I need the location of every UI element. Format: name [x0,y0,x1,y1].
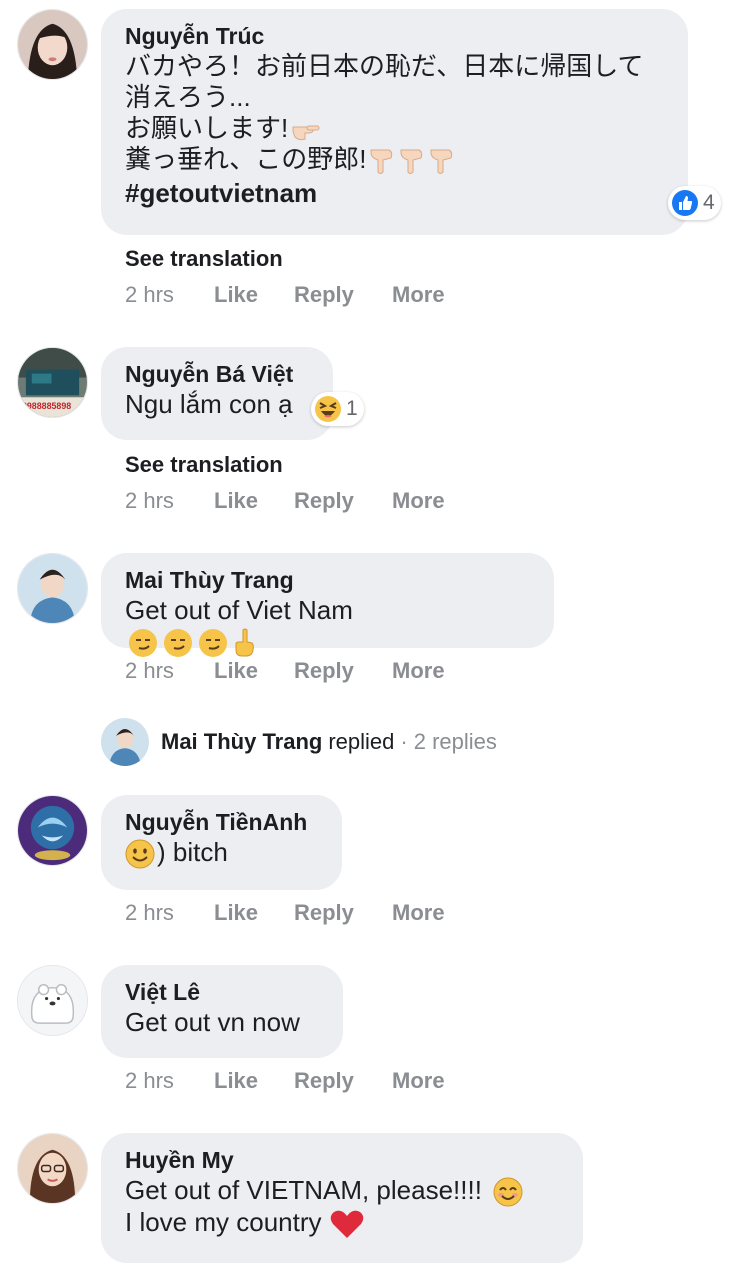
comment-author[interactable]: Nguyễn TiềnAnh [125,807,318,837]
timestamp[interactable]: 2 hrs [125,282,214,308]
comment-text: 消えろう... [125,82,251,112]
avatar[interactable] [17,795,88,866]
timestamp[interactable]: 2 hrs [125,900,214,926]
pointing-down-icon [370,149,453,175]
comment-actions: 2 hrs Like Reply More [125,900,445,926]
comment-bubble: Mai Thùy Trang Get out of Viet Nam [101,553,554,658]
comment-author[interactable]: Mai Thùy Trang [125,565,530,595]
reaction-badge[interactable]: 1 [311,392,364,426]
comment-text: Ngu lắm con ạ [125,389,293,419]
avatar-photo [18,10,87,79]
comment-actions: 2 hrs Like Reply More [125,1068,445,1094]
comment-text: バカやろ！お前日本の恥だ、日本に帰国して [125,51,644,81]
smiling-emoji-icon [493,1177,523,1207]
avatar-photo [18,554,87,623]
comment-actions: 2 hrs Like Reply More [125,658,445,684]
hashtag-link[interactable]: #getoutvietnam [125,176,664,210]
see-translation-link[interactable]: See translation [125,246,283,272]
reply-button[interactable]: Reply [294,1068,392,1094]
like-button[interactable]: Like [214,900,294,926]
comment-author[interactable]: Nguyễn Trúc [125,21,664,51]
avatar-photo [18,796,87,865]
avatar[interactable]: 0988885898 [17,347,88,418]
like-icon [672,190,698,216]
reply-count: 2 replies [413,729,497,754]
comment-bubble: Nguyễn TiềnAnh ) bitch [101,795,342,890]
timestamp[interactable]: 2 hrs [125,1068,214,1094]
comment-actions: 2 hrs Like Reply More [125,488,445,514]
red-heart-icon [330,1210,363,1239]
comment-actions: 2 hrs Like Reply More [125,282,445,308]
reaction-count: 1 [346,397,358,420]
comment-bubble: Việt Lê Get out vn now [101,965,343,1058]
separator-dot: · [400,729,408,754]
avatar[interactable] [17,9,88,80]
comment-bubble: Nguyễn Bá Việt Ngu lắm con ạ [101,347,333,440]
comment-text: Get out of VIETNAM, please!!!! [125,1175,559,1207]
avatar-photo [18,966,87,1035]
comment-text: 糞っ垂れ、この野郎! [125,144,664,176]
see-translation-link[interactable]: See translation [125,452,283,478]
avatar-photo: 0988885898 [18,348,87,417]
more-button[interactable]: More [392,282,445,308]
like-button[interactable]: Like [214,282,294,308]
avatar-photo [101,718,149,766]
avatar[interactable] [17,553,88,624]
comment-author[interactable]: Nguyễn Bá Việt [125,359,309,389]
reply-author: Mai Thùy Trang [161,729,323,754]
comment-bubble: Huyền My Get out of VIETNAM, please!!!! … [101,1133,583,1263]
pointing-right-icon [292,125,320,141]
like-button[interactable]: Like [214,658,294,684]
comment-author[interactable]: Việt Lê [125,977,319,1007]
reply-button[interactable]: Reply [294,658,392,684]
reply-button[interactable]: Reply [294,488,392,514]
like-button[interactable]: Like [214,488,294,514]
comment-text: Get out of Viet Nam [125,595,530,658]
reaction-badge[interactable]: 4 [668,186,721,220]
replied-label: replied [328,729,395,754]
comment-author[interactable]: Huyền My [125,1145,559,1175]
reaction-count: 4 [703,191,715,214]
view-replies-link[interactable]: Mai Thùy Trang replied · 2 replies [101,718,497,766]
like-button[interactable]: Like [214,1068,294,1094]
comment-text: ) bitch [125,837,318,869]
smile-emoji-icon [125,839,155,869]
more-button[interactable]: More [392,488,445,514]
comment-text: I love my country [125,1207,559,1239]
more-button[interactable]: More [392,900,445,926]
more-button[interactable]: More [392,1068,445,1094]
comment-text: お願いします! [125,113,664,144]
haha-icon [315,396,341,422]
svg-text:0988885898: 0988885898 [22,401,71,411]
avatar-photo [18,1134,87,1203]
reply-button[interactable]: Reply [294,282,392,308]
comment-text: Get out vn now [125,1007,300,1037]
comment-bubble: Nguyễn Trúc バカやろ！お前日本の恥だ、日本に帰国して 消えろう...… [101,9,688,235]
avatar[interactable] [17,965,88,1036]
more-button[interactable]: More [392,658,445,684]
timestamp[interactable]: 2 hrs [125,658,214,684]
timestamp[interactable]: 2 hrs [125,488,214,514]
reply-button[interactable]: Reply [294,900,392,926]
smirk-emoji-icon [129,628,254,658]
avatar [101,718,149,766]
avatar[interactable] [17,1133,88,1204]
